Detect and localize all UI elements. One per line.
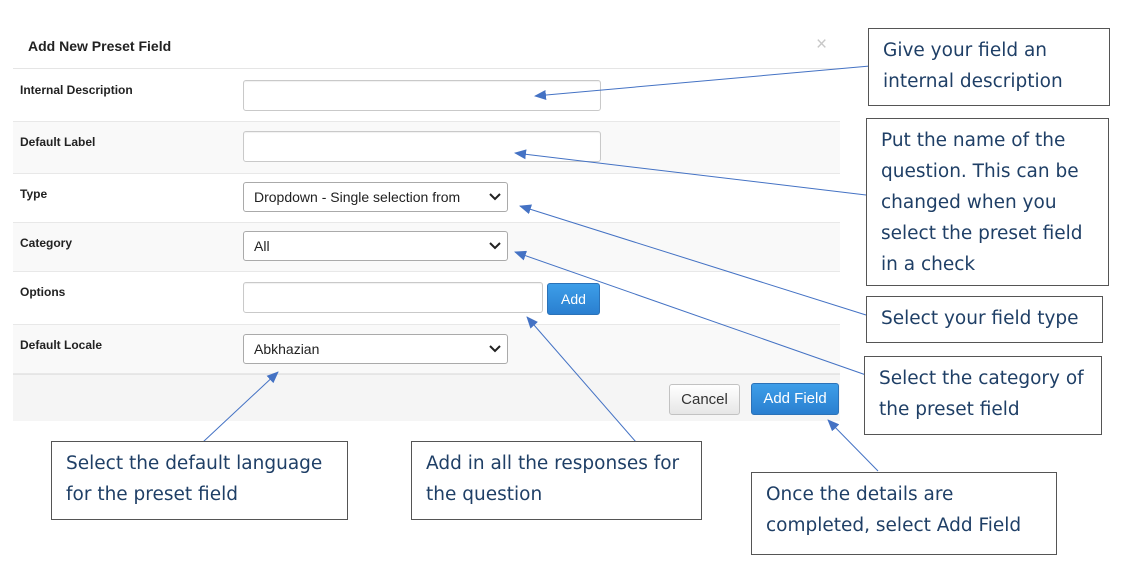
arrow-category (514, 250, 867, 376)
arrow-default-label (514, 149, 867, 196)
callout-category: Select the category of the preset field (864, 356, 1102, 435)
callout-options: Add in all the responses for the questio… (411, 441, 702, 520)
callout-type: Select your field type (866, 296, 1103, 343)
arrow-options (526, 316, 637, 443)
arrow-default-locale (202, 371, 279, 443)
arrow-internal-description (534, 65, 871, 100)
callout-add-field: Once the details are completed, select A… (751, 472, 1057, 555)
callout-default-label: Put the name of the question. This can b… (866, 118, 1109, 286)
callout-internal-description: Give your field an internal description (868, 28, 1110, 106)
arrow-type (519, 204, 867, 316)
callout-default-locale: Select the default language for the pres… (51, 441, 348, 520)
